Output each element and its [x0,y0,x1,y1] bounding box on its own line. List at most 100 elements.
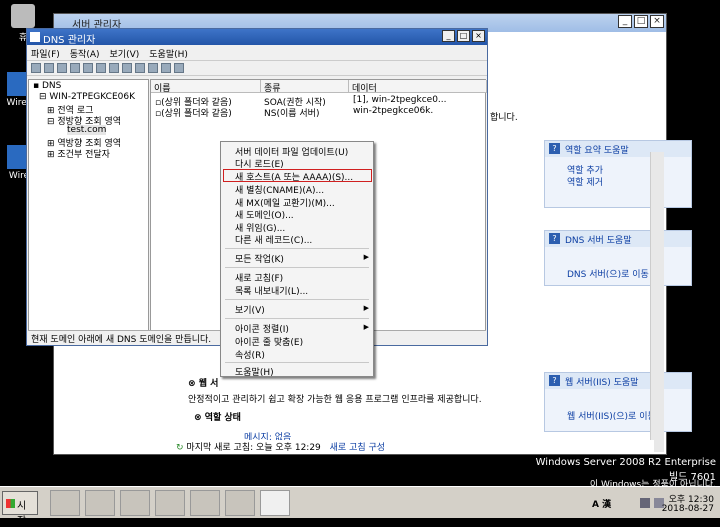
tree-item-server[interactable]: ⊟ WIN-2TPEGKCE06K [39,92,135,102]
submenu-arrow-icon: ▶ [363,323,369,331]
context-menu: 서버 데이터 파일 업데이트(U) 다시 로드(E) 새 호스트(A 또는 AA… [220,141,374,378]
close-button[interactable]: × [650,15,664,28]
menu-item-properties[interactable]: 속성(R) [235,348,265,361]
menu-item-line-up-icons[interactable]: 아이콘 줄 맞춤(E) [235,335,303,348]
help-panel-role-summary: ? 역할 요약 도움말 역할 추가 역할 제거 [544,140,692,208]
refresh-config-link[interactable]: 새로 고침 구성 [330,443,385,453]
menu-item-all-tasks[interactable]: 모든 작업(K) [235,252,284,265]
menu-item-new-mx[interactable]: 새 MX(메일 교환기)(M)... [235,196,335,209]
menu-action[interactable]: 동작(A) [70,47,100,60]
help-icon: ? [549,143,560,154]
menu-view[interactable]: 보기(V) [110,47,140,60]
menu-help[interactable]: 도움말(H) [149,47,188,60]
role-status-heading[interactable]: ⊗ 역할 상태 [194,410,241,423]
row-name[interactable]: ▫(상위 폴더와 같음) [155,106,232,119]
status-text: 마지막 새로 고침: 오늘 오후 12:29 [186,443,321,453]
help-icon[interactable] [122,63,132,73]
network-tray-icon[interactable] [640,498,650,508]
remove-role-link[interactable]: 역할 제거 [567,175,603,188]
system-tray: A 漢 오후 12:30 2018-08-27 [578,490,718,516]
forward-icon[interactable] [44,63,54,73]
start-button[interactable]: 시작 [2,491,38,527]
toolbar [27,60,487,76]
menu-item-other-records[interactable]: 다른 새 레코드(C)... [235,233,312,246]
start-label: 시작 [17,501,27,527]
export-icon[interactable] [109,63,119,73]
scrollbar[interactable] [650,152,664,452]
windows-logo-icon [6,499,15,508]
menu-separator [225,318,369,319]
row-data: win-2tpegkce06k. [353,106,434,116]
web-section-heading: ⊗ 웹 서 [188,379,219,389]
menu-item-view[interactable]: 보기(V) [235,303,265,316]
menu-bar: 파일(F) 동작(A) 보기(V) 도움말(H) [27,45,487,60]
header-text: 합니다. [490,113,518,123]
menu-item-new-host[interactable]: 새 호스트(A 또는 AAAA)(S)... [235,170,353,183]
desktop: 휴 Wires Wire 서버 관리자 _ □ × 합니다. ? 역할 요약 도움… [0,0,720,490]
menu-separator [225,362,369,363]
clock-date[interactable]: 2018-08-27 [662,504,714,514]
dns-icon [30,32,40,42]
panel-title: ? DNS 서버 도움말 [545,231,691,247]
tree-item-test-com[interactable]: test.com [67,125,107,135]
tools-taskbar-icon[interactable] [190,490,220,516]
help-panel-iis: ? 웹 서버(IIS) 도움말 웹 서버(IIS)(으)로 이동 [544,372,692,432]
properties-icon[interactable] [83,63,93,73]
goto-dns-link[interactable]: DNS 서버(으)로 이동 [567,267,649,280]
menu-item-update-data-file[interactable]: 서버 데이터 파일 업데이트(U) [235,145,348,158]
menu-item-arrange-icons[interactable]: 아이콘 정렬(I) [235,322,289,335]
dns-manager-taskbar-icon[interactable] [260,490,290,516]
submenu-arrow-icon: ▶ [363,304,369,312]
window-title: DNS 관리자 [43,35,96,46]
status-bar: ↻ 마지막 새로 고침: 오늘 오후 12:29 새로 고침 구성 [176,440,654,454]
calendar-taskbar-icon[interactable] [155,490,185,516]
help-panel-dns: ? DNS 서버 도움말 DNS 서버(으)로 이동 [544,230,692,286]
record-icon[interactable] [174,63,184,73]
dns-manager-titlebar[interactable]: DNS 관리자 _ □ × [27,29,487,46]
menu-separator [225,267,369,268]
row-data: [1], win-2tpegkce0... [353,95,447,105]
menu-file[interactable]: 파일(F) [31,47,60,60]
menu-separator [225,299,369,300]
server-icon[interactable] [161,63,171,73]
minimize-button[interactable]: _ [618,15,632,28]
help-icon: ? [549,233,560,244]
menu-item-reload[interactable]: 다시 로드(E) [235,157,284,170]
maximize-button[interactable]: □ [457,30,470,42]
server-manager-taskbar-icon[interactable] [50,490,80,516]
back-icon[interactable] [31,63,41,73]
tree-item-dns[interactable]: ▪ DNS [33,81,61,91]
refresh-icon: ↻ [176,443,184,453]
menu-separator [225,248,369,249]
menu-item-export-list[interactable]: 목록 내보내기(L)... [235,284,308,297]
recycle-bin-icon [11,4,35,28]
taskbar: 시작 A 漢 오후 12:30 2018-08-27 [0,486,720,527]
refresh-icon[interactable] [96,63,106,73]
watermark-line1: Windows Server 2008 R2 Enterprise [535,457,716,468]
tree-item-conditional-forwarders[interactable]: ⊞ 조건부 전달자 [47,147,110,160]
filter-icon[interactable] [148,63,158,73]
up-icon[interactable] [57,63,67,73]
console-tree: ▪ DNS ⊟ WIN-2TPEGKCE06K ⊞ 전역 로그 ⊟ 정방향 조회… [28,79,149,331]
menu-item-refresh[interactable]: 새로 고침(F) [235,271,283,284]
column-data[interactable]: 데이터 [349,80,487,94]
ime-indicator[interactable]: A 漢 [592,497,611,510]
menu-item-new-delegation[interactable]: 새 위임(G)... [235,221,285,234]
column-name[interactable]: 이름 [151,80,261,94]
submenu-arrow-icon: ▶ [363,253,369,261]
powershell-taskbar-icon[interactable] [85,490,115,516]
show-tree-icon[interactable] [70,63,80,73]
close-button[interactable]: × [472,30,485,42]
menu-item-help[interactable]: 도움말(H) [235,365,274,378]
help-icon: ? [549,375,560,386]
explorer-taskbar-icon[interactable] [120,490,150,516]
menu-item-new-domain[interactable]: 새 도메인(O)... [235,208,294,221]
view-icon[interactable] [135,63,145,73]
column-type[interactable]: 종류 [261,80,349,94]
network-taskbar-icon[interactable] [225,490,255,516]
maximize-button[interactable]: □ [634,15,648,28]
row-type: NS(이름 서버) [264,109,320,119]
goto-iis-link[interactable]: 웹 서버(IIS)(으)로 이동 [567,409,656,422]
minimize-button[interactable]: _ [442,30,455,42]
menu-item-new-alias[interactable]: 새 별칭(CNAME)(A)... [235,183,324,196]
